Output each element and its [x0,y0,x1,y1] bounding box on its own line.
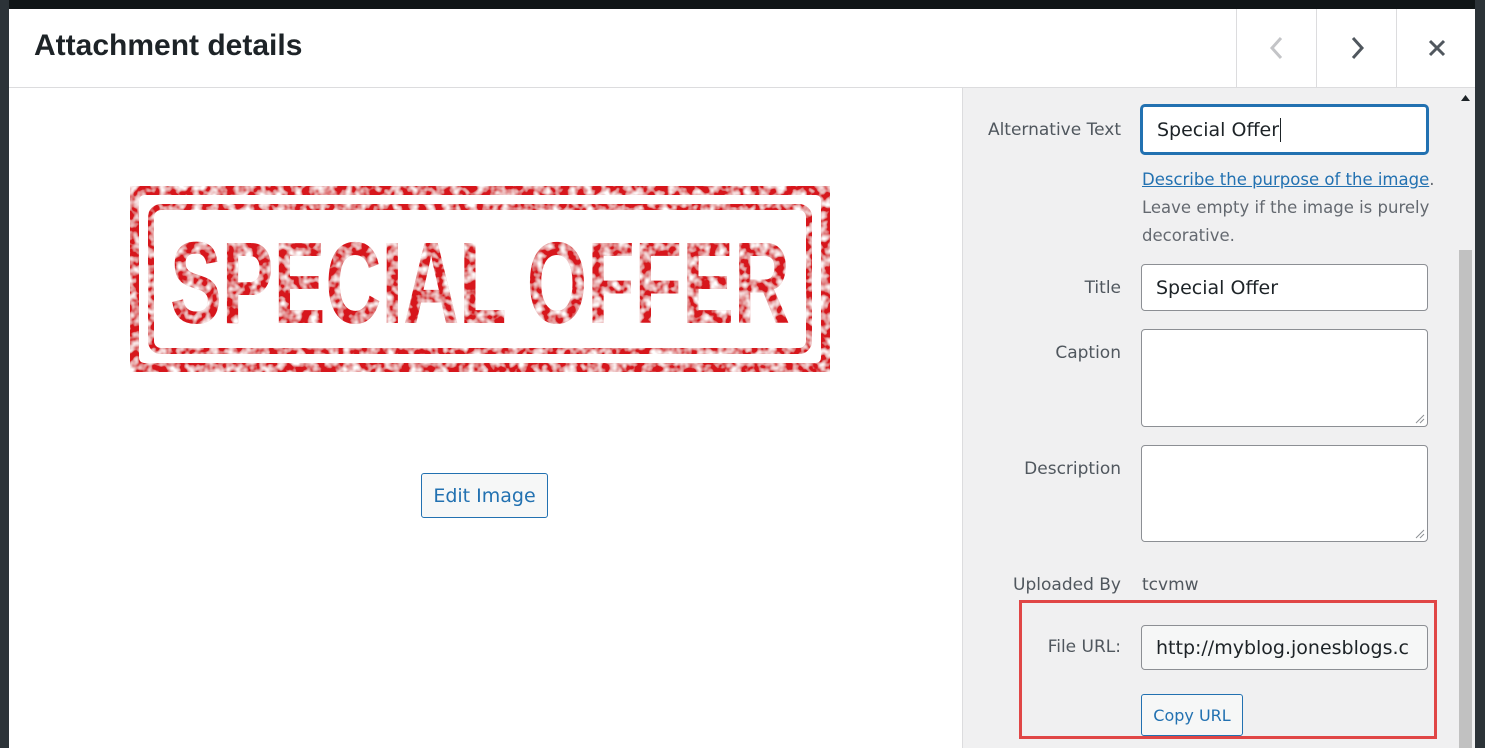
title-value: Special Offer [1156,276,1279,299]
file-url-label: File URL: [1047,637,1121,657]
backdrop-left [0,0,9,748]
file-url-value: http://myblog.jonesblogs.c [1156,636,1409,659]
title-input[interactable]: Special Offer [1141,264,1428,311]
scrollbar-thumb[interactable] [1459,250,1472,748]
attachment-settings-sidebar: Alternative Text Special Offer Describe … [962,88,1475,748]
edit-image-button[interactable]: Edit Image [421,473,548,518]
title-label: Title [1084,278,1121,298]
sidebar-scrollbar[interactable] [1456,88,1475,748]
describe-purpose-link[interactable]: Describe the purpose of the image [1142,170,1429,189]
modal-header: Attachment details [9,9,1475,88]
uploaded-by-label: Uploaded By [1013,575,1121,595]
alt-text-input[interactable]: Special Offer [1141,105,1428,154]
alt-text-value: Special Offer [1157,118,1280,141]
modal-title: Attachment details [34,29,303,62]
backdrop [0,0,1485,9]
previous-attachment-button[interactable] [1236,9,1316,87]
description-label: Description [1024,459,1121,479]
attachment-details-modal: Attachment details SPECIAL OFFER Edit Im… [9,9,1475,748]
chevron-left-icon [1269,36,1282,60]
attachment-image: SPECIAL OFFER [121,177,839,381]
copy-url-button[interactable]: Copy URL [1141,694,1243,736]
image-stamp-text: SPECIAL OFFER [170,218,790,348]
chevron-right-icon [1351,36,1364,60]
close-button[interactable] [1396,9,1475,87]
next-attachment-button[interactable] [1316,9,1396,87]
uploaded-by-value: tcvmw [1142,575,1199,595]
resize-grip-icon[interactable] [1415,414,1425,424]
alt-text-help: Describe the purpose of the image. Leave… [1142,166,1437,250]
description-textarea[interactable] [1141,445,1428,542]
alt-text-label: Alternative Text [987,120,1121,140]
close-icon [1428,39,1445,57]
attachment-preview: SPECIAL OFFER Edit Image [9,88,962,748]
caption-textarea[interactable] [1141,329,1428,427]
file-url-input[interactable]: http://myblog.jonesblogs.c [1141,625,1428,670]
backdrop-right [1475,0,1485,748]
resize-grip-icon[interactable] [1415,529,1425,539]
caption-label: Caption [1055,343,1121,363]
scroll-up-arrow-icon[interactable] [1456,88,1475,108]
